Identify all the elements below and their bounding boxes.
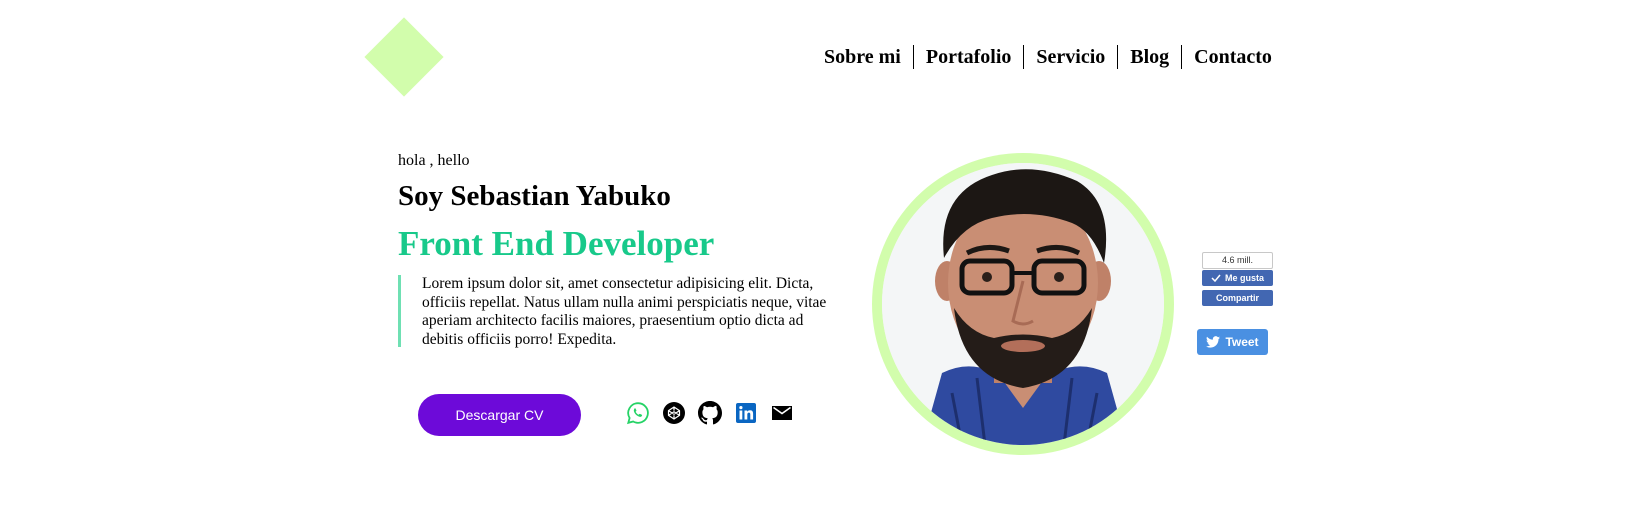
social-links: [626, 401, 806, 425]
github-icon[interactable]: [698, 401, 722, 425]
facebook-share-button[interactable]: Compartir: [1202, 290, 1273, 306]
profile-photo-frame: [872, 153, 1174, 455]
codepen-icon[interactable]: [662, 401, 686, 425]
twitter-icon: [1206, 336, 1221, 348]
facebook-like-count: 4.6 mill.: [1202, 252, 1273, 269]
nav-portafolio[interactable]: Portafolio: [912, 45, 1024, 69]
hero-role: Front End Developer: [398, 224, 715, 263]
main-nav: Sobre mi Portafolio Servicio Blog Contac…: [818, 45, 1284, 69]
facebook-like-label: Me gusta: [1224, 273, 1264, 283]
hero-bio: Lorem ipsum dolor sit, amet consectetur …: [398, 275, 842, 348]
facebook-like-button[interactable]: Me gusta: [1202, 270, 1273, 286]
check-icon: [1211, 274, 1221, 282]
tweet-label: Tweet: [1225, 335, 1259, 349]
nav-contacto[interactable]: Contacto: [1181, 45, 1284, 69]
logo-diamond: [364, 17, 444, 97]
nav-blog[interactable]: Blog: [1117, 45, 1181, 69]
nav-servicio[interactable]: Servicio: [1023, 45, 1117, 69]
email-icon[interactable]: [770, 401, 794, 425]
linkedin-icon[interactable]: [734, 401, 758, 425]
nav-sobre-mi[interactable]: Sobre mi: [818, 45, 913, 69]
facebook-widget: 4.6 mill. Me gusta Compartir: [1202, 252, 1273, 306]
download-cv-button[interactable]: Descargar CV: [418, 394, 581, 436]
greeting: hola , hello: [398, 152, 470, 169]
profile-photo: [882, 163, 1164, 445]
whatsapp-icon[interactable]: [626, 401, 650, 425]
hero-name: Soy Sebastian Yabuko: [398, 180, 671, 212]
tweet-button[interactable]: Tweet: [1197, 329, 1268, 355]
